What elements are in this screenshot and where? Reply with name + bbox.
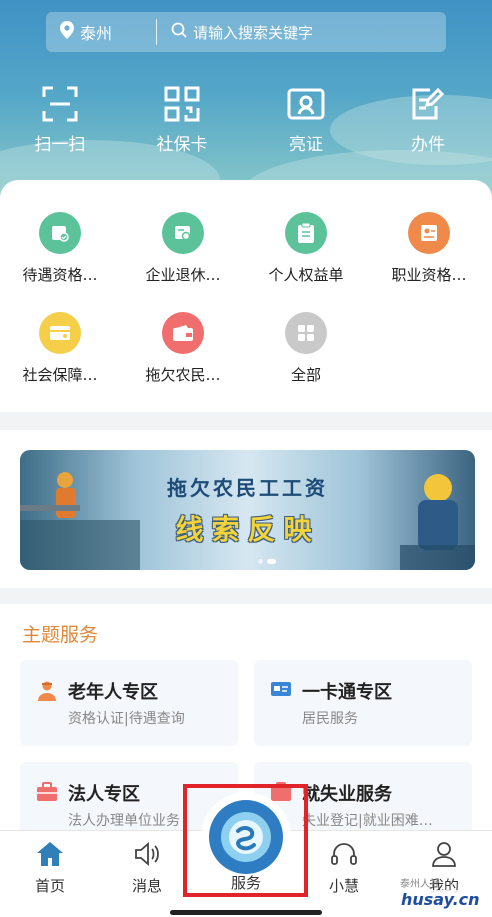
carousel-dot-active [267, 559, 276, 564]
search-icon [171, 22, 187, 42]
theme-card-subtitle: 居民服务 [302, 711, 358, 727]
edit-document-icon [378, 86, 478, 122]
certificate-icon [408, 212, 450, 254]
user-icon [430, 842, 458, 871]
theme-card-title: 就失业服务 [302, 784, 392, 805]
quick-action-handle[interactable]: 办件 [378, 86, 478, 155]
quick-action-label: 亮证 [289, 135, 323, 155]
theme-card-subtitle: 资格认证|待遇查询 [68, 711, 185, 727]
wallet-icon [162, 312, 204, 354]
service-item-social-security[interactable]: 社会保障… [0, 312, 120, 385]
service-item-retirement[interactable]: 企业退休… [123, 212, 243, 285]
headset-icon [330, 843, 358, 871]
grid-icon [285, 312, 327, 354]
service-label: 个人权益单 [268, 266, 344, 284]
id-card-icon [270, 680, 292, 702]
card-icon [39, 312, 81, 354]
theme-card-subtitle: 失业登记|就业困难… [302, 813, 433, 829]
quick-action-scan[interactable]: 扫一扫 [10, 86, 110, 155]
service-label: 企业退休… [145, 266, 221, 284]
nav-home[interactable]: 首页 [10, 841, 90, 896]
home-indicator [170, 910, 322, 915]
quick-action-label: 办件 [411, 135, 445, 155]
theme-card-one-card[interactable]: 一卡通专区 居民服务 [254, 660, 472, 746]
speaker-icon [133, 842, 161, 871]
qualification-icon [39, 212, 81, 254]
promo-banner[interactable]: 拖欠农民工工资 线索反映 [20, 450, 475, 570]
quick-action-label: 社保卡 [156, 135, 208, 155]
carousel-dot [258, 559, 263, 564]
divider [156, 19, 157, 45]
theme-card-title: 法人专区 [68, 784, 140, 805]
location-city: 泰州 [80, 24, 113, 43]
location-pin-icon [60, 21, 74, 43]
carousel-indicator [258, 559, 276, 564]
service-item-unpaid-wages[interactable]: 拖欠农民… [123, 312, 243, 385]
service-label: 社会保障… [22, 366, 98, 384]
search-input[interactable]: 请输入搜索关键字 [193, 22, 313, 43]
nav-label: 首页 [34, 877, 65, 895]
service-item-all[interactable]: 全部 [246, 312, 366, 385]
clipboard-icon [285, 212, 327, 254]
section-title: 主题服务 [22, 624, 99, 646]
nav-label: 小慧 [328, 877, 359, 895]
highlight-box [183, 784, 308, 897]
home-icon [36, 842, 64, 871]
service-label: 拖欠农民… [145, 366, 221, 384]
nav-label: 消息 [131, 877, 162, 895]
quick-action-show-cert[interactable]: 亮证 [256, 86, 356, 155]
nav-messages[interactable]: 消息 [107, 841, 187, 896]
watermark: husay.cn [398, 890, 483, 909]
quick-action-social-card[interactable]: 社保卡 [132, 86, 232, 155]
banner-title: 拖欠农民工工资 [167, 476, 328, 500]
service-label: 全部 [290, 366, 321, 384]
theme-card-title: 一卡通专区 [302, 682, 392, 703]
service-item-professional-cert[interactable]: 职业资格… [369, 212, 489, 285]
service-label: 职业资格… [391, 266, 467, 284]
watermark-small: 泰州人社 [400, 879, 440, 890]
service-grid: 待遇资格… 企业退休… 个人权益单 职业资格… 社会保障… 拖欠农民… 全部 [0, 180, 492, 412]
id-certificate-icon [256, 86, 356, 122]
briefcase-icon [36, 782, 58, 806]
banner-subtitle: 线索反映 [175, 513, 320, 546]
theme-card-title: 老年人专区 [68, 682, 158, 703]
qr-card-icon [132, 86, 232, 122]
banner-section: 拖欠农民工工资 线索反映 [0, 430, 492, 588]
scan-icon [10, 86, 110, 122]
location-selector[interactable]: 泰州 [46, 12, 156, 52]
service-item-rights-statement[interactable]: 个人权益单 [246, 212, 366, 285]
elderly-icon [36, 680, 58, 706]
theme-card-elderly[interactable]: 老年人专区 资格认证|待遇查询 [20, 660, 238, 746]
nav-assistant[interactable]: 小慧 [304, 841, 384, 896]
service-label: 待遇资格… [22, 266, 98, 284]
search-bar[interactable]: 泰州 请输入搜索关键字 [46, 12, 446, 52]
service-item-qualification[interactable]: 待遇资格… [0, 212, 120, 285]
retirement-icon [162, 212, 204, 254]
theme-card-subtitle: 法人办理单位业务 [68, 813, 180, 829]
quick-action-label: 扫一扫 [34, 135, 86, 155]
